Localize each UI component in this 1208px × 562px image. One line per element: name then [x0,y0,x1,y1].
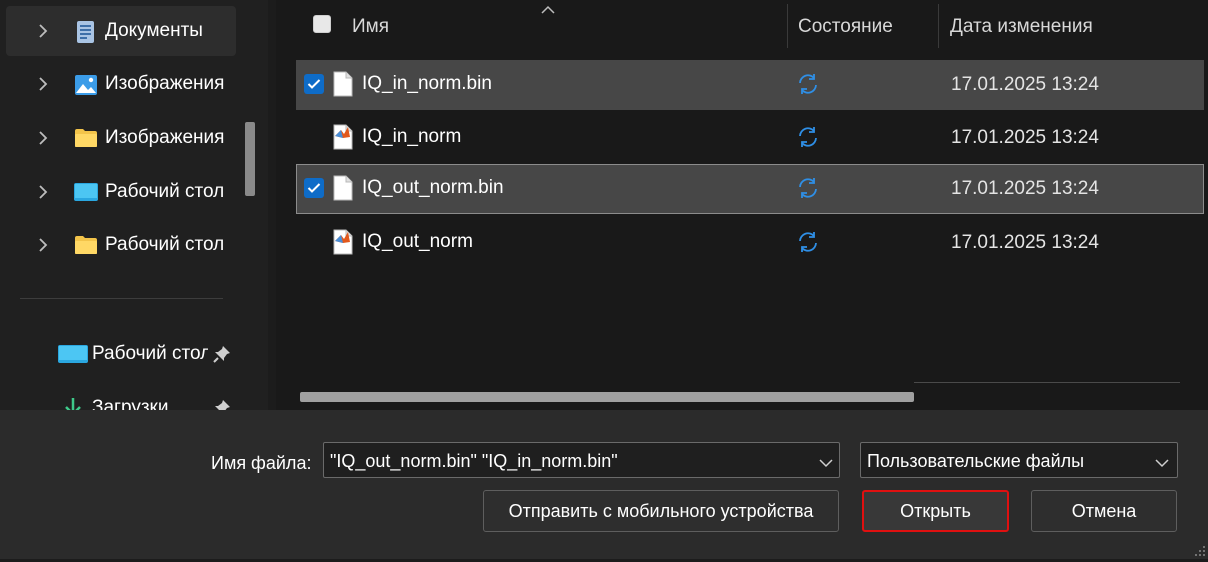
chevron-right-icon[interactable] [36,24,50,38]
pictures-icon [74,73,98,95]
chevron-right-icon[interactable] [36,185,50,199]
file-icon [332,71,354,97]
sidebar-item-documents[interactable]: Документы [6,6,236,56]
send-from-mobile-button[interactable]: Отправить с мобильного устройства [483,490,839,532]
sidebar-item-label: Рабочий стол [105,234,225,255]
chevron-down-icon[interactable] [1155,455,1169,468]
pin-icon[interactable] [212,344,232,364]
folder-icon [74,127,98,149]
column-divider[interactable] [938,4,939,48]
chevron-right-icon[interactable] [36,238,50,252]
sync-icon [796,125,820,149]
chevron-down-icon[interactable] [819,455,833,468]
quick-access-downloads[interactable]: Загрузки [0,383,260,410]
horizontal-scrollbar-thumb[interactable] [300,392,914,402]
table-row[interactable]: IQ_in_norm 17.01.2025 13:24 [296,113,1204,163]
sidebar-scrollbar-thumb[interactable] [245,122,255,196]
sync-icon [796,176,820,200]
horizontal-scroll-track [914,382,1180,383]
sidebar-item-desktop-folder[interactable]: Рабочий стол [6,220,236,270]
sort-ascending-icon [541,2,555,14]
filetype-value: Пользовательские файлы [867,451,1085,471]
filename-input[interactable]: "IQ_out_norm.bin" "IQ_in_norm.bin" [330,451,618,472]
sync-icon [796,230,820,254]
sync-icon [796,72,820,96]
quick-access-desktop[interactable]: Рабочий стол [0,329,260,379]
filename-combobox[interactable]: "IQ_out_norm.bin" "IQ_in_norm.bin" [323,442,840,478]
file-date: 17.01.2025 13:24 [951,74,1099,95]
column-header-name[interactable]: Имя [352,16,389,38]
sidebar-divider [20,298,223,299]
downloads-icon [58,397,88,410]
pin-icon[interactable] [212,398,232,410]
file-name: IQ_out_norm.bin [362,177,504,198]
sidebar-item-desktop[interactable]: Рабочий стол [6,167,236,217]
sidebar-item-pictures-folder[interactable]: Изображения [6,113,236,163]
sidebar-item-label: Документы [105,20,203,41]
file-icon [332,175,354,201]
file-date: 17.01.2025 13:24 [951,232,1099,253]
file-name: IQ_out_norm [362,231,473,252]
dialog-footer: Имя файла: "IQ_out_norm.bin" "IQ_in_norm… [0,410,1208,559]
sidebar-item-label: Рабочий стол [105,181,225,202]
select-all-checkbox[interactable] [313,15,331,33]
column-divider[interactable] [787,4,788,48]
folder-icon [74,234,98,256]
file-name: IQ_in_norm [362,126,462,147]
matlab-file-icon [332,229,354,255]
resize-grip-icon[interactable] [1192,543,1206,557]
row-checkbox-checked[interactable] [304,74,324,94]
file-date: 17.01.2025 13:24 [951,178,1099,199]
sidebar-item-label: Изображения [105,73,225,94]
file-list: Имя Состояние Дата изменения IQ_in_norm.… [276,0,1208,410]
quick-access-label: Рабочий стол [92,343,208,364]
cancel-button[interactable]: Отмена [1031,490,1177,532]
navigation-pane: Документы Изображения Изображения Рабочи… [0,0,268,410]
filetype-dropdown[interactable]: Пользовательские файлы [860,442,1178,478]
row-checkbox-checked[interactable] [304,178,324,198]
sidebar-item-pictures[interactable]: Изображения [6,59,236,109]
quick-access-label: Загрузки [92,397,169,410]
sidebar-item-label: Изображения [105,127,225,148]
file-date: 17.01.2025 13:24 [951,127,1099,148]
table-row[interactable]: IQ_out_norm 17.01.2025 13:24 [296,218,1204,268]
desktop-icon [58,343,88,365]
desktop-icon [74,181,98,203]
column-header-date[interactable]: Дата изменения [950,16,1093,38]
table-row[interactable]: IQ_in_norm.bin 17.01.2025 13:24 [296,60,1204,110]
matlab-file-icon [332,124,354,150]
file-name: IQ_in_norm.bin [362,73,492,94]
chevron-right-icon[interactable] [36,77,50,91]
column-header-status[interactable]: Состояние [798,16,893,38]
documents-icon [74,20,98,43]
table-row[interactable]: IQ_out_norm.bin 17.01.2025 13:24 [296,164,1204,214]
chevron-right-icon[interactable] [36,131,50,145]
filename-label: Имя файла: [211,453,312,473]
open-button[interactable]: Открыть [862,490,1009,532]
